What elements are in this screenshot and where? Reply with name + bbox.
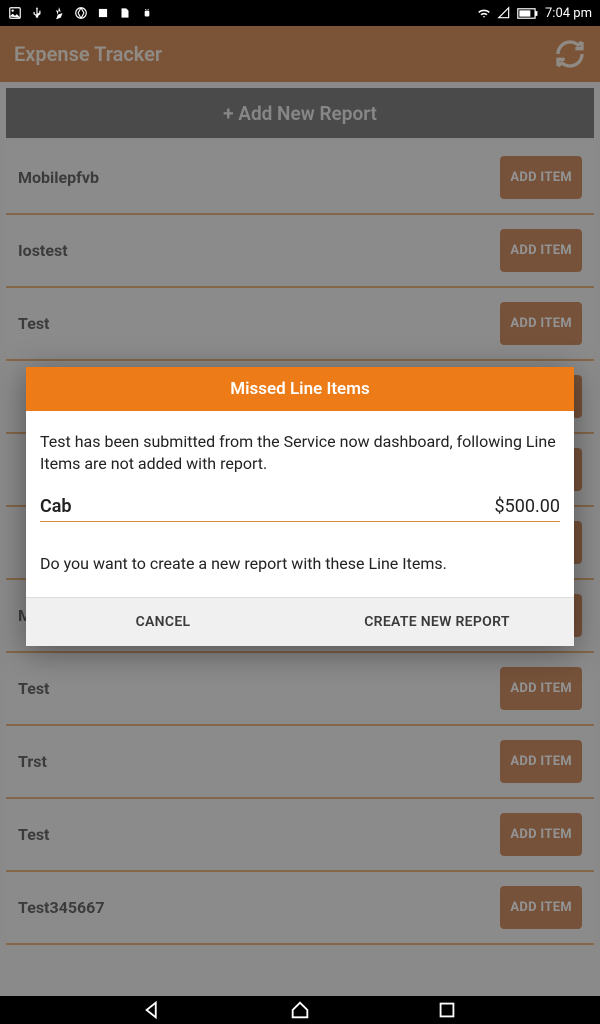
sd-icon <box>118 6 132 20</box>
signal-icon <box>497 6 511 20</box>
cancel-button[interactable]: CANCEL <box>26 598 300 646</box>
android-icon <box>140 6 154 20</box>
stop-icon <box>96 6 110 20</box>
status-left-icons <box>8 6 154 20</box>
wifi-icon <box>477 6 491 20</box>
back-button[interactable] <box>142 999 164 1021</box>
status-right-icons: 7:04 pm <box>477 6 592 21</box>
line-item-amount: $500.00 <box>495 496 560 517</box>
dialog-message: Test has been submitted from the Service… <box>40 431 560 474</box>
aperture-icon <box>74 6 88 20</box>
line-item-name: Cab <box>40 496 72 517</box>
usb-icon <box>30 6 44 20</box>
home-button[interactable] <box>289 999 311 1021</box>
navigation-bar <box>0 996 600 1024</box>
dialog-actions: CANCEL CREATE NEW REPORT <box>26 597 574 646</box>
dialog-body: Test has been submitted from the Service… <box>26 411 574 597</box>
dialog-title: Missed Line Items <box>26 367 574 411</box>
line-item-row: Cab $500.00 <box>40 496 560 522</box>
status-bar: 7:04 pm <box>0 0 600 26</box>
battery-icon <box>517 6 539 20</box>
recent-button[interactable] <box>436 999 458 1021</box>
missed-items-dialog: Missed Line Items Test has been submitte… <box>26 367 574 646</box>
image-icon <box>8 6 22 20</box>
pinwheel-icon <box>52 6 66 20</box>
create-new-report-button[interactable]: CREATE NEW REPORT <box>300 598 574 646</box>
dialog-question: Do you want to create a new report with … <box>40 554 560 573</box>
status-time: 7:04 pm <box>545 6 592 21</box>
